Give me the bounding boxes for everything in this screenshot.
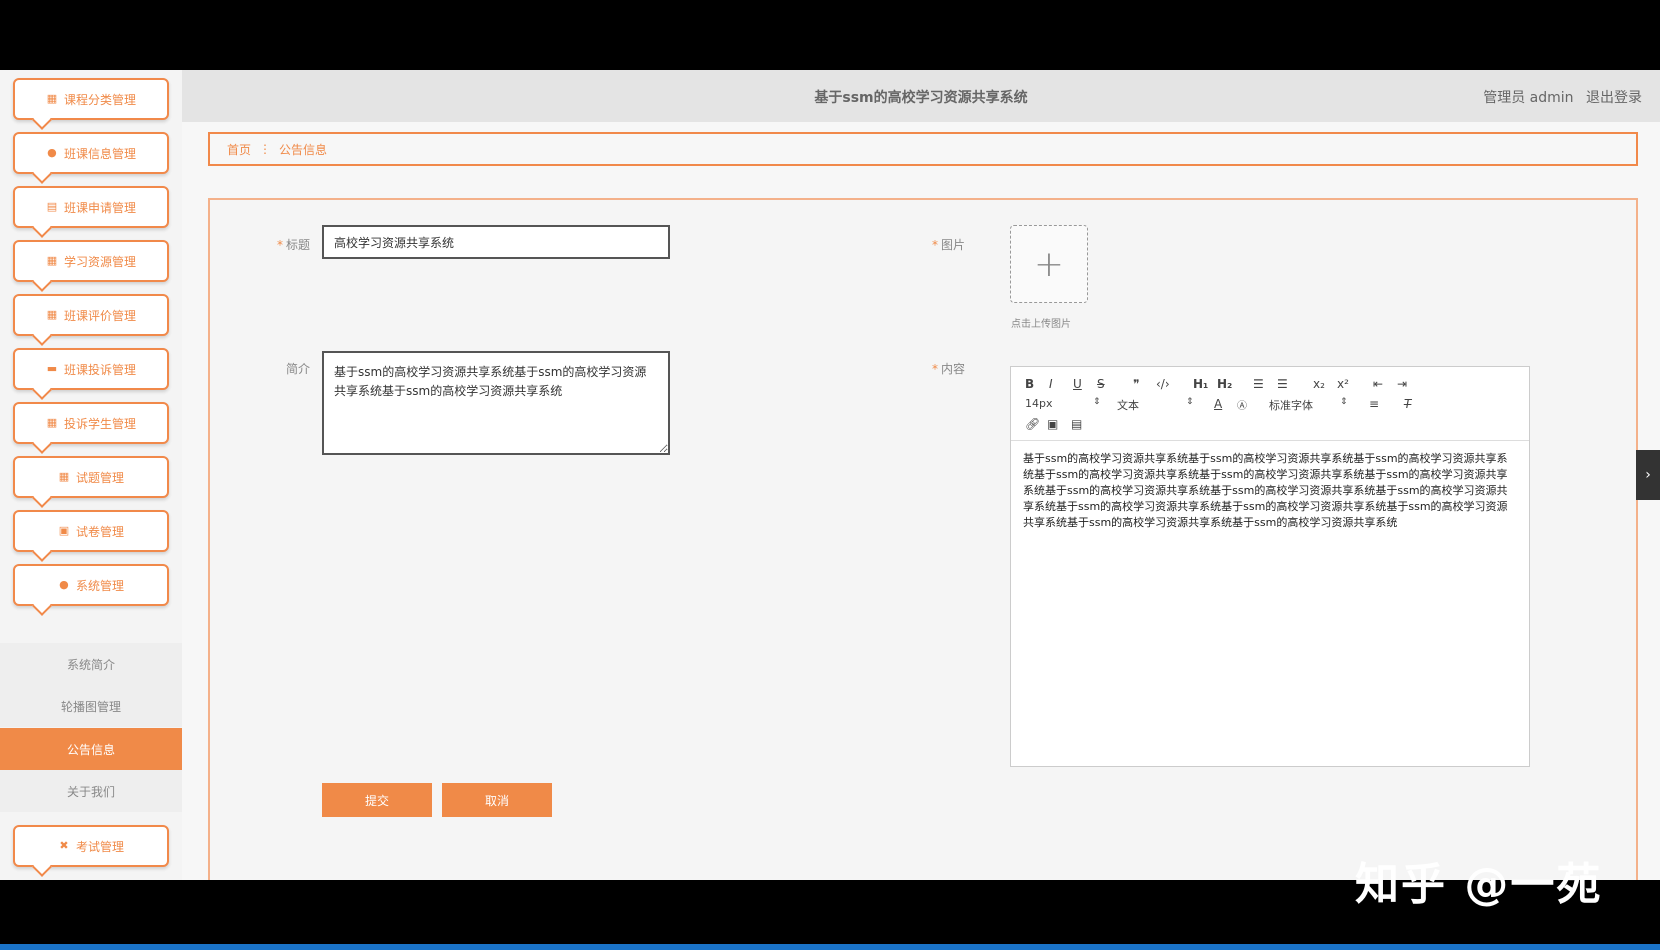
plus-icon: + xyxy=(1033,243,1065,285)
sidebar-item-class-review[interactable]: ▦ 班课评价管理 xyxy=(13,294,169,336)
block-type-select[interactable]: 文本 xyxy=(1117,397,1139,413)
editor-toolbar: B I U S ❞ ‹/› H₁ H₂ ☰ ☰ x₂ x² ⇤ ⇥ 14px ⇕ xyxy=(1011,367,1529,441)
italic-icon[interactable]: I xyxy=(1049,377,1053,391)
clipboard-icon: ▣ xyxy=(58,524,70,537)
ordered-list-icon[interactable]: ☰ xyxy=(1253,377,1264,391)
sidebar: ▦ 课程分类管理 ● 班课信息管理 ▤ 班课申请管理 ▦ 学习资源管理 ▦ 班课评价管理 … xyxy=(0,70,182,880)
indent-icon[interactable]: ⇥ xyxy=(1397,377,1407,391)
video-progress-bar[interactable] xyxy=(0,944,1660,950)
user-icon: ● xyxy=(47,146,57,159)
title-input[interactable] xyxy=(322,225,670,259)
bullet-list-icon[interactable]: ☰ xyxy=(1277,377,1288,391)
chart-icon: ▤ xyxy=(46,200,58,213)
sidebar-item-class-apply[interactable]: ▤ 班课申请管理 xyxy=(13,186,169,228)
main-content: 首页 ⋮ 公告信息 *标题 简介 基于ssm的高校学习资源共享系统基于ssm的高… xyxy=(182,122,1660,880)
top-header: 基于ssm的高校学习资源共享系统 管理员 admin 退出登录 xyxy=(182,70,1660,122)
watermark: 知乎 @一苑 xyxy=(1355,859,1603,910)
logout-link[interactable]: 退出登录 xyxy=(1586,90,1642,106)
image-icon[interactable]: ▣ xyxy=(1047,417,1058,431)
intro-textarea[interactable]: 基于ssm的高校学习资源共享系统基于ssm的高校学习资源共享系统基于ssm的高校… xyxy=(322,351,670,455)
exam-icon: ✖ xyxy=(59,839,69,852)
block-type-dropdown-icon: ⇕ xyxy=(1186,397,1194,407)
superscript-icon[interactable]: x² xyxy=(1337,377,1349,391)
sidebar-item-exam[interactable]: ✖ 考试管理 xyxy=(13,825,169,867)
grid-icon: ▦ xyxy=(46,308,58,321)
user-label: 管理员 admin xyxy=(1483,90,1574,106)
underline-icon[interactable]: U xyxy=(1073,377,1082,391)
background-color-icon[interactable]: Ⓐ xyxy=(1237,397,1247,412)
content-label: * 内容 xyxy=(931,362,965,376)
user-area: 管理员 admin 退出登录 xyxy=(1475,87,1642,107)
sidebar-subitem-announcements[interactable]: 公告信息 xyxy=(0,728,182,770)
code-icon[interactable]: ‹/› xyxy=(1156,377,1170,391)
submit-button[interactable]: 提交 xyxy=(322,783,432,817)
announcement-form: *标题 简介 基于ssm的高校学习资源共享系统基于ssm的高校学习资源共享系统基… xyxy=(208,198,1638,880)
upload-hint: 点击上传图片 xyxy=(1011,319,1071,330)
video-icon[interactable]: ▤ xyxy=(1071,417,1082,431)
sidebar-item-class-info[interactable]: ● 班课信息管理 xyxy=(13,132,169,174)
font-family-select[interactable]: 标准字体 xyxy=(1269,397,1313,413)
sidebar-item-class-complaint[interactable]: ▬ 班课投诉管理 xyxy=(13,348,169,390)
clear-format-icon[interactable]: T̶ xyxy=(1404,397,1411,411)
sidebar-item-complaint-student[interactable]: ▦ 投诉学生管理 xyxy=(13,402,169,444)
sidebar-subitem-system-intro[interactable]: 系统简介 xyxy=(0,643,182,685)
breadcrumb: 首页 ⋮ 公告信息 xyxy=(208,132,1638,166)
grid-icon: ▦ xyxy=(46,416,58,429)
h1-icon[interactable]: H₁ xyxy=(1193,377,1208,391)
image-label: * 图片 xyxy=(931,238,965,252)
font-family-dropdown-icon: ⇕ xyxy=(1340,397,1348,407)
breadcrumb-current: 公告信息 xyxy=(279,142,328,157)
rich-text-editor: B I U S ❞ ‹/› H₁ H₂ ☰ ☰ x₂ x² ⇤ ⇥ 14px ⇕ xyxy=(1010,366,1530,767)
outdent-icon[interactable]: ⇤ xyxy=(1373,377,1383,391)
align-icon[interactable]: ≡ xyxy=(1369,397,1379,411)
link-icon[interactable]: 🔗︎ xyxy=(1025,417,1040,431)
app-title: 基于ssm的高校学习资源共享系统 xyxy=(814,90,1028,106)
breadcrumb-separator: ⋮ xyxy=(259,142,272,156)
chat-icon: ▬ xyxy=(46,362,58,375)
font-size-select[interactable]: 14px xyxy=(1025,397,1053,410)
sidebar-item-papers[interactable]: ▣ 试卷管理 xyxy=(13,510,169,552)
sidebar-subitem-carousel[interactable]: 轮播图管理 xyxy=(0,685,182,727)
h2-icon[interactable]: H₂ xyxy=(1217,377,1232,391)
grid-icon: ▦ xyxy=(46,92,58,105)
grid-icon: ▦ xyxy=(46,254,58,267)
user-icon: ● xyxy=(59,578,69,591)
image-upload-button[interactable]: + xyxy=(1010,225,1088,303)
quote-icon[interactable]: ❞ xyxy=(1133,377,1139,391)
intro-label: 简介 xyxy=(285,362,310,376)
title-label: * 标题 xyxy=(276,238,310,252)
app-window: ▦ 课程分类管理 ● 班课信息管理 ▤ 班课申请管理 ▦ 学习资源管理 ▦ 班课评价管理 … xyxy=(0,70,1660,880)
editor-content[interactable]: 基于ssm的高校学习资源共享系统基于ssm的高校学习资源共享系统基于ssm的高校… xyxy=(1023,451,1513,531)
text-color-icon[interactable]: A xyxy=(1214,397,1222,411)
sidebar-item-learning-resources[interactable]: ▦ 学习资源管理 xyxy=(13,240,169,282)
strike-icon[interactable]: S xyxy=(1097,377,1105,391)
subscript-icon[interactable]: x₂ xyxy=(1313,377,1325,391)
sidebar-item-questions[interactable]: ▦ 试题管理 xyxy=(13,456,169,498)
sidebar-item-course-category[interactable]: ▦ 课程分类管理 xyxy=(13,78,169,120)
breadcrumb-home[interactable]: 首页 xyxy=(227,141,251,158)
cancel-button[interactable]: 取消 xyxy=(442,783,552,817)
grid-icon: ▦ xyxy=(58,470,70,483)
side-expand-tab[interactable]: › xyxy=(1636,450,1660,500)
font-size-dropdown-icon: ⇕ xyxy=(1093,397,1101,407)
sidebar-subitem-about-us[interactable]: 关于我们 xyxy=(0,770,182,812)
chevron-right-icon: › xyxy=(1645,467,1651,483)
sidebar-item-system[interactable]: ● 系统管理 xyxy=(13,564,169,606)
bold-icon[interactable]: B xyxy=(1025,377,1034,391)
